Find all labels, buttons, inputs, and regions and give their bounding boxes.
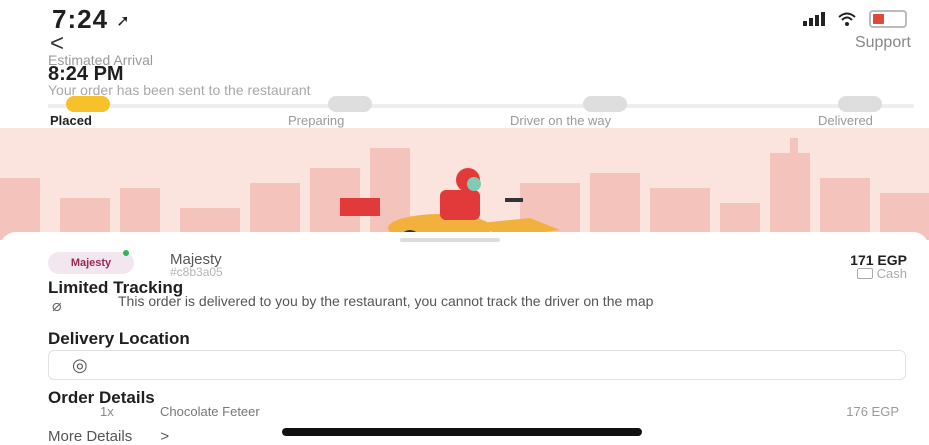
step-label-preparing: Preparing: [288, 113, 345, 128]
wifi-icon: [838, 12, 856, 26]
delivery-location-field[interactable]: [48, 350, 906, 380]
progress-track: [48, 104, 914, 108]
delivery-illustration: [0, 128, 929, 240]
step-label-driver: Driver on the way: [510, 113, 612, 128]
step-dot-driver: [583, 96, 627, 112]
item-price: 176 EGP: [846, 404, 899, 419]
step-label-placed: Placed: [50, 113, 92, 128]
more-details-link[interactable]: More Details >: [48, 428, 169, 445]
delivery-location-title: Delivery Location: [48, 329, 190, 348]
chevron-right-icon: >: [160, 428, 170, 445]
item-name: Chocolate Feteer: [160, 404, 260, 419]
scooter-rider-icon: [340, 168, 560, 240]
more-details-label: More Details: [48, 428, 133, 445]
tracking-pin-icon: ⌀: [52, 298, 62, 315]
online-indicator: [123, 250, 129, 256]
home-indicator[interactable]: [282, 428, 642, 436]
signal-icon: [803, 12, 825, 26]
battery-low-icon: [869, 10, 907, 28]
order-id: #c8b3a05: [170, 265, 223, 279]
sheet-handle[interactable]: [400, 238, 500, 242]
item-quantity: 1x: [100, 404, 114, 419]
step-label-delivered: Delivered: [818, 113, 873, 128]
step-dot-placed: [66, 96, 110, 112]
step-dot-delivered: [838, 96, 882, 112]
location-target-icon: ◎: [72, 355, 88, 375]
support-link[interactable]: Support: [855, 34, 911, 52]
limited-tracking-message: This order is delivered to you by the re…: [118, 293, 654, 309]
restaurant-logo: Majesty: [48, 252, 134, 274]
cash-icon: [856, 268, 873, 279]
payment-method: Cash: [856, 266, 907, 281]
location-arrow-icon: ➚: [116, 13, 131, 31]
payment-label: Cash: [876, 266, 907, 281]
status-icons: [803, 10, 907, 28]
step-dot-preparing: [328, 96, 372, 112]
